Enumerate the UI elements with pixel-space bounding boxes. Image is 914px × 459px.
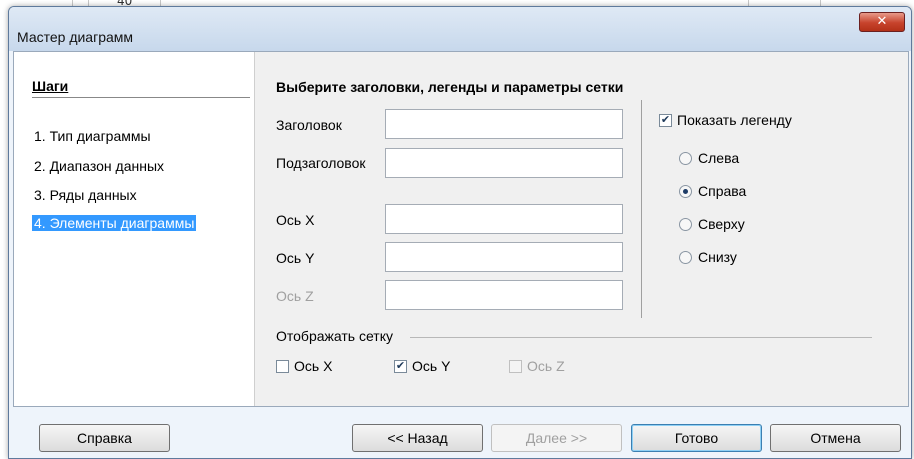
grid-group-title: Отображать сетку: [276, 328, 393, 344]
radio-unselected-icon: [679, 250, 692, 264]
chart-wizard-dialog: Мастер диаграмм ✕ Шаги 1. Тип диаграммы …: [8, 6, 912, 459]
step-data-series[interactable]: 3. Ряды данных: [32, 187, 139, 203]
checkbox-checked-icon: ✔: [659, 113, 672, 127]
page-heading: Выберите заголовки, легенды и параметры …: [276, 79, 624, 95]
grid-z-label: Ось Z: [527, 358, 565, 374]
subtitle-input[interactable]: [385, 148, 623, 178]
z-axis-input: [385, 280, 623, 310]
legend-top-label: Сверху: [698, 216, 745, 232]
title-label: Заголовок: [276, 117, 342, 133]
step-data-range[interactable]: 2. Диапазон данных: [32, 158, 166, 174]
show-legend-label: Показать легенду: [677, 112, 792, 128]
grid-x-checkbox[interactable]: Ось X: [276, 358, 332, 374]
window-title: Мастер диаграмм: [17, 29, 134, 45]
title-bar: Мастер диаграмм ✕: [9, 7, 911, 51]
checkbox-disabled-icon: [509, 359, 522, 373]
y-axis-input[interactable]: [385, 242, 623, 272]
steps-divider: [32, 97, 250, 98]
legend-bottom-radio[interactable]: Снизу: [679, 249, 737, 265]
grid-y-checkbox[interactable]: ✔ Ось Y: [394, 358, 450, 374]
steps-panel: Шаги 1. Тип диаграммы 2. Диапазон данных…: [14, 52, 255, 406]
y-axis-label: Ось Y: [276, 250, 315, 266]
grid-z-checkbox: Ось Z: [509, 358, 565, 374]
close-button[interactable]: ✕: [859, 12, 905, 32]
checkbox-unchecked-icon: [276, 359, 289, 373]
grid-group-rule: [410, 337, 872, 338]
z-axis-label: Ось Z: [276, 288, 314, 304]
help-button[interactable]: Справка: [39, 424, 170, 452]
close-icon: ✕: [876, 14, 888, 29]
legend-left-label: Слева: [698, 150, 740, 166]
x-axis-label: Ось X: [276, 212, 315, 228]
legend-bottom-label: Снизу: [698, 249, 737, 265]
radio-unselected-icon: [679, 151, 692, 165]
legend-left-radio[interactable]: Слева: [679, 150, 739, 166]
cancel-button[interactable]: Отмена: [770, 424, 901, 452]
x-axis-input[interactable]: [385, 204, 623, 234]
dialog-content: Шаги 1. Тип диаграммы 2. Диапазон данных…: [13, 51, 909, 407]
title-input[interactable]: [385, 109, 623, 139]
next-button: Далее >>: [491, 424, 622, 452]
grid-y-label: Ось Y: [412, 358, 451, 374]
finish-button[interactable]: Готово: [631, 424, 762, 452]
show-legend-checkbox[interactable]: ✔ Показать легенду: [659, 112, 792, 128]
back-button[interactable]: << Назад: [352, 424, 483, 452]
radio-unselected-icon: [679, 217, 692, 231]
step-chart-elements[interactable]: 4. Элементы диаграммы: [32, 215, 197, 231]
subtitle-label: Подзаголовок: [276, 155, 366, 171]
vertical-separator: [641, 100, 642, 318]
radio-selected-icon: [679, 184, 692, 198]
button-bar: Справка << Назад Далее >> Готово Отмена: [9, 407, 911, 458]
checkbox-checked-icon: ✔: [394, 359, 407, 373]
steps-title: Шаги: [32, 78, 69, 94]
step-chart-type[interactable]: 1. Тип диаграммы: [32, 128, 153, 144]
legend-right-label: Справа: [698, 183, 747, 199]
legend-top-radio[interactable]: Сверху: [679, 216, 745, 232]
grid-x-label: Ось X: [294, 358, 333, 374]
legend-right-radio[interactable]: Справа: [679, 183, 746, 199]
